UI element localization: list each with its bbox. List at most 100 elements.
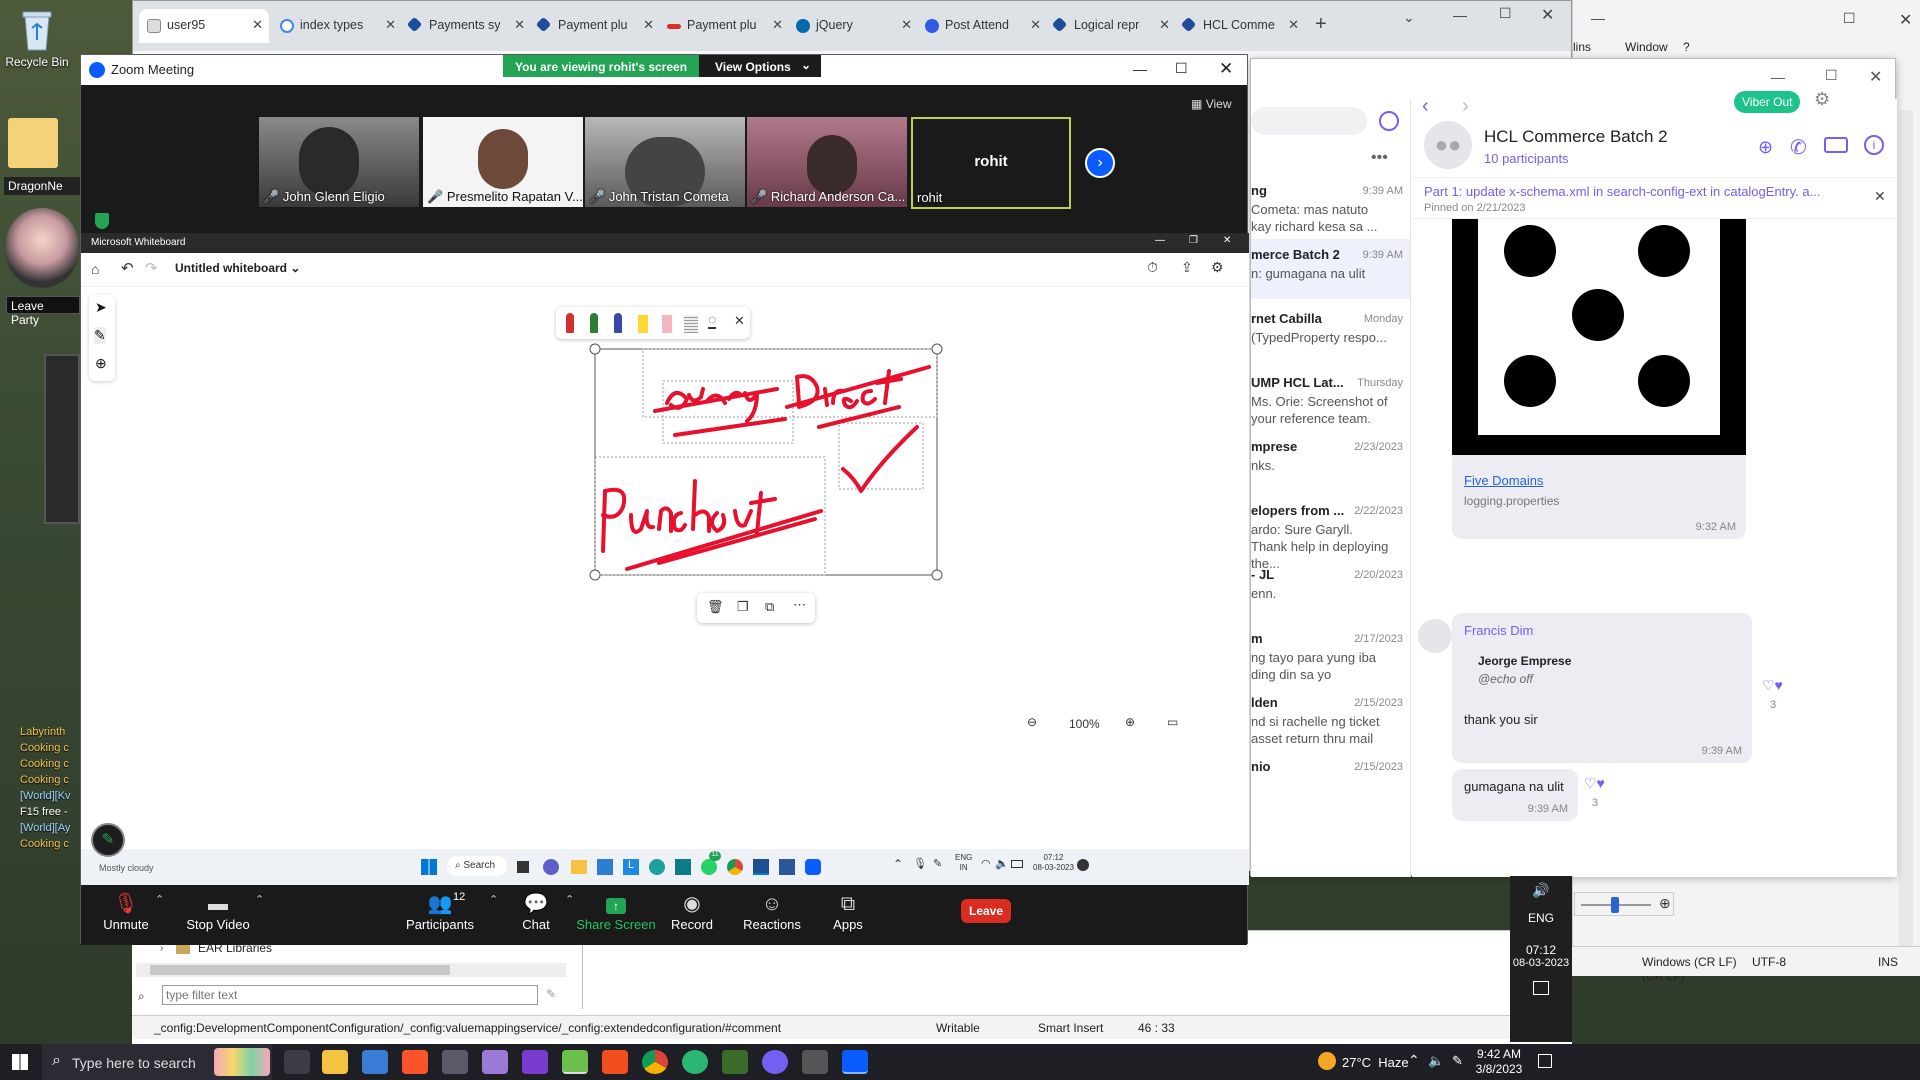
new-chat-icon[interactable] bbox=[1379, 111, 1399, 131]
task-view-icon[interactable] bbox=[517, 861, 529, 873]
chrome-icon[interactable] bbox=[727, 859, 743, 875]
browser-tab[interactable]: HCL Comme ✕ bbox=[1175, 9, 1305, 43]
close-palette-icon[interactable]: ✕ bbox=[734, 313, 745, 329]
chat-list-item[interactable]: lden 2/15/2023 nd si rachelle ng ticket as… bbox=[1251, 687, 1410, 747]
tray-chevron-icon[interactable]: ⌃ bbox=[893, 857, 903, 871]
zoom-out-icon[interactable]: ⊖ bbox=[1027, 715, 1037, 729]
pen-tool-icon[interactable]: ✎ bbox=[94, 327, 106, 344]
tab-search-icon[interactable]: ⌄ bbox=[1403, 9, 1415, 26]
speaker-icon[interactable]: 🔊 bbox=[1510, 882, 1572, 899]
app-icon-red-badge[interactable] bbox=[802, 1050, 828, 1074]
tray-chevron-icon[interactable]: ⌃ bbox=[1408, 1052, 1420, 1069]
audio-options-chevron-icon[interactable]: ⌃ bbox=[155, 893, 164, 906]
select-tool-icon[interactable]: ➤ bbox=[95, 299, 107, 316]
blue-pen-icon[interactable] bbox=[614, 313, 622, 333]
chat-list-item-selected[interactable]: merce Batch 2 9:39 AM n: gumagana na ulit bbox=[1251, 239, 1410, 299]
chat-list-item[interactable]: m 2/17/2023 ng tayo para yung iba ding din… bbox=[1251, 623, 1410, 683]
app-icon-cloud[interactable] bbox=[482, 1050, 508, 1074]
participant-tile[interactable]: 🎤 John Tristan Cometa bbox=[585, 117, 745, 207]
chat-list-item[interactable]: rnet Cabilla Monday (TypedProperty respo..… bbox=[1251, 303, 1410, 363]
zoom-in-icon[interactable]: ⊕ bbox=[1125, 715, 1135, 729]
chat-list-item[interactable]: nio 2/15/2023 bbox=[1251, 751, 1410, 811]
whiteboard-canvas[interactable]: ➤ ✎ ⊕ ◌ ✕ 🗑 ❐ ⧉ ⋯ ⊖ 100% ⊕ ▭ bbox=[81, 287, 1249, 861]
heart-reaction-icon[interactable]: ♡♥ bbox=[1584, 775, 1605, 792]
browser-tab[interactable]: Payment plu ✕ bbox=[659, 9, 789, 43]
close-tab-icon[interactable]: ✕ bbox=[1288, 17, 1299, 33]
clear-filter-icon[interactable]: ✎ bbox=[546, 987, 556, 1001]
close-tab-icon[interactable]: ✕ bbox=[1159, 17, 1170, 33]
menu-window[interactable]: Window bbox=[1625, 40, 1668, 54]
record-button[interactable]: ◉ Record bbox=[647, 891, 737, 932]
minimize-icon[interactable]: — bbox=[1453, 7, 1467, 23]
brave-browser-icon[interactable] bbox=[402, 1050, 428, 1074]
video-call-icon[interactable] bbox=[1824, 137, 1848, 153]
whiteboard-app-icon[interactable] bbox=[753, 859, 769, 875]
plus-icon[interactable]: ⊕ bbox=[1659, 895, 1671, 912]
pen-tray-icon[interactable]: ✎ bbox=[1452, 1053, 1463, 1069]
image-attachment[interactable] bbox=[1452, 219, 1746, 455]
timer-icon[interactable]: ⏱ bbox=[1147, 259, 1158, 276]
chat-list-item[interactable]: mprese 2/23/2023 nks. bbox=[1251, 431, 1410, 491]
settings-icon[interactable]: ⚙ bbox=[1211, 259, 1224, 276]
browser-tab[interactable]: jQuery ✕ bbox=[788, 9, 918, 43]
horizontal-scrollbar[interactable] bbox=[136, 963, 566, 977]
start-windows-icon[interactable] bbox=[12, 1054, 28, 1070]
close-tab-icon[interactable]: ✕ bbox=[514, 17, 525, 33]
figma-icon[interactable] bbox=[602, 1050, 628, 1074]
share-icon[interactable]: ⇪ bbox=[1181, 259, 1193, 276]
browser-tab[interactable]: Payment plu ✕ bbox=[530, 9, 660, 43]
windows-start-icon[interactable] bbox=[421, 859, 437, 875]
edge-icon[interactable] bbox=[649, 859, 665, 875]
notepad-plus-icon[interactable] bbox=[562, 1050, 588, 1074]
ink-selection[interactable] bbox=[589, 343, 949, 583]
leave-party-button[interactable]: Leave Party bbox=[6, 296, 80, 327]
next-page-button[interactable]: › bbox=[1085, 148, 1115, 178]
copy-icon[interactable]: ❐ bbox=[737, 599, 749, 615]
whatsapp-icon[interactable] bbox=[701, 859, 717, 875]
stop-video-button[interactable]: ▬ Stop Video bbox=[173, 891, 263, 932]
green-pen-icon[interactable] bbox=[590, 313, 598, 333]
close-icon[interactable]: ✕ bbox=[1541, 5, 1554, 25]
add-participant-icon[interactable]: ⊕ bbox=[1758, 137, 1773, 158]
new-tab-button[interactable]: + bbox=[1315, 13, 1327, 36]
participant-tile[interactable]: 🎤 John Glenn Eligio bbox=[259, 117, 419, 207]
word-icon[interactable] bbox=[779, 859, 795, 875]
lasso-select-icon[interactable]: ◌ bbox=[708, 311, 717, 329]
maximize-icon[interactable]: ☐ bbox=[1499, 5, 1512, 22]
chat-list-item[interactable]: ng 9:39 AM Cometa: mas natuto kay richard … bbox=[1251, 175, 1410, 235]
participant-tile[interactable]: 🎤 Presmelito Rapatan V... bbox=[423, 117, 583, 207]
menu-fragment[interactable]: lins bbox=[1573, 40, 1591, 54]
folder-shortcut[interactable] bbox=[8, 118, 58, 168]
browser-tab[interactable]: user95 ✕ bbox=[139, 9, 269, 43]
wifi-icon[interactable]: ◠ bbox=[981, 857, 991, 870]
minimize-icon[interactable]: — bbox=[1133, 61, 1147, 77]
whiteboard-title-dropdown[interactable]: Untitled whiteboard ⌄ bbox=[175, 261, 300, 275]
add-icon[interactable]: ⊕ bbox=[95, 355, 107, 372]
forward-arrow-icon[interactable]: › bbox=[1462, 95, 1469, 118]
close-icon[interactable]: ✕ bbox=[1223, 235, 1231, 246]
home-icon[interactable]: ⌂ bbox=[91, 261, 99, 277]
app-icon-l[interactable]: L bbox=[623, 859, 639, 875]
app-icon-bird[interactable] bbox=[362, 1050, 388, 1074]
file-explorer-icon[interactable] bbox=[322, 1050, 348, 1074]
viber-out-button[interactable]: Viber Out bbox=[1734, 91, 1800, 113]
teams-icon[interactable] bbox=[543, 859, 559, 875]
chat-list-item[interactable]: UMP HCL Lat... Thursday Ms. Orie: Screensh… bbox=[1251, 367, 1410, 427]
notification-center-icon[interactable] bbox=[1538, 1054, 1552, 1068]
close-tab-icon[interactable]: ✕ bbox=[901, 17, 912, 33]
snipping-tool-icon[interactable] bbox=[442, 1050, 468, 1074]
eraser-icon[interactable] bbox=[662, 315, 672, 333]
zoom-level[interactable]: 100% bbox=[1069, 717, 1100, 731]
close-icon[interactable]: ✕ bbox=[1219, 59, 1233, 79]
battery-icon[interactable] bbox=[1011, 860, 1023, 868]
viber-maximize-icon[interactable]: ☐ bbox=[1825, 67, 1838, 84]
weather-text[interactable]: 27°C Haze bbox=[1342, 1055, 1409, 1070]
apps-button[interactable]: ⧉ Apps bbox=[803, 891, 893, 932]
notification-count-icon[interactable] bbox=[1077, 859, 1089, 871]
slider-thumb[interactable] bbox=[1611, 897, 1619, 913]
more-options-icon[interactable]: ⋯ bbox=[793, 597, 806, 613]
pen-fab-icon[interactable]: ✎ bbox=[91, 823, 125, 857]
close-tab-icon[interactable]: ✕ bbox=[772, 17, 783, 33]
ruler-icon[interactable] bbox=[684, 315, 698, 333]
browser-tab[interactable]: Post Attend ✕ bbox=[917, 9, 1047, 43]
